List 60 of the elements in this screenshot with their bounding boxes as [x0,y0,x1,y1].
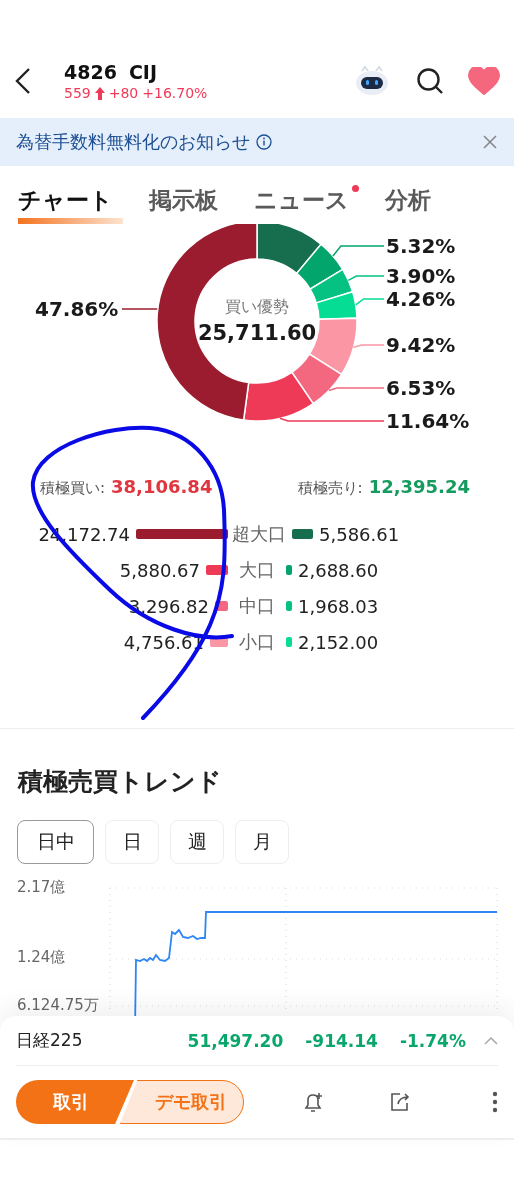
buy-total-label: 積極買い: [40,479,106,498]
percent-label: 5.32% [386,234,456,258]
price-change: +80 [108,85,139,101]
tab[interactable]: 掲示板 [149,185,228,224]
sell-amount: 1,968.03 [298,595,379,617]
up-arrow-icon [94,86,105,100]
percent-label: 6.53% [386,376,456,400]
leader-line [328,387,385,392]
percent-label: 11.64% [386,409,470,433]
size-label: 中口 [238,594,276,618]
buy-total-value: 38,106.84 [111,476,213,497]
stock-name: CIJ [128,61,157,83]
tab[interactable]: 分析 [385,185,441,224]
sell-amount: 5,586.61 [319,523,400,545]
back-button[interactable] [14,67,32,95]
percent-label: 9.42% [386,333,456,357]
period-tab[interactable]: 日中 [17,820,94,864]
index-change-percent: -1.74% [399,1030,466,1051]
stock-price: 559 [64,85,91,101]
favorite-button[interactable] [468,67,500,95]
donut-slice [291,353,343,405]
period-tab[interactable]: 日 [105,820,159,864]
period-tab[interactable]: 週 [170,820,224,864]
price-change-percent: +16.70% [142,85,208,101]
sell-total-label: 積極売り: [297,479,363,498]
more-button[interactable] [492,1091,498,1113]
stock-code: 4826 [64,61,117,83]
leader-line [347,275,385,282]
center-label: 買い優勢 [225,297,289,316]
index-change: -914.14 [305,1030,378,1051]
section-title: 積極売買トレンド [18,766,223,798]
percent-label: 3.90% [386,264,456,288]
new-dot [352,185,359,192]
size-label: 大口 [238,558,276,582]
leader-line [352,344,385,349]
sell-amount: 2,152.00 [298,631,379,653]
sell-total-value: 12,395.24 [368,476,470,497]
index-name: 日経225 [16,1029,84,1052]
axis-label: 1.24億 [17,948,66,967]
axis-label: 2.17億 [17,878,66,897]
axis-label: 6.124.75万 [17,996,99,1015]
leader-line [121,308,158,310]
sell-amount: 2,688.60 [298,559,379,581]
center-value: 25,711.60 [197,321,317,345]
tab[interactable]: ニュース [254,185,359,224]
size-label: 超大口 [231,522,287,546]
buy-amount: 5,880.67 [119,559,200,581]
leader-line [332,245,385,257]
search-button[interactable] [416,67,444,95]
percent-label: 4.26% [386,287,456,311]
robot-avatar-icon[interactable] [354,65,390,97]
percent-label: 47.86% [35,297,119,321]
size-label: 小口 [238,630,276,654]
close-button[interactable] [482,134,498,150]
buy-amount: 3,296.82 [128,595,209,617]
period-tab[interactable]: 月 [235,820,289,864]
info-icon[interactable] [256,134,272,150]
index-value: 51,497.20 [187,1030,284,1051]
leader-line [354,298,385,306]
share-button[interactable] [388,1090,412,1114]
